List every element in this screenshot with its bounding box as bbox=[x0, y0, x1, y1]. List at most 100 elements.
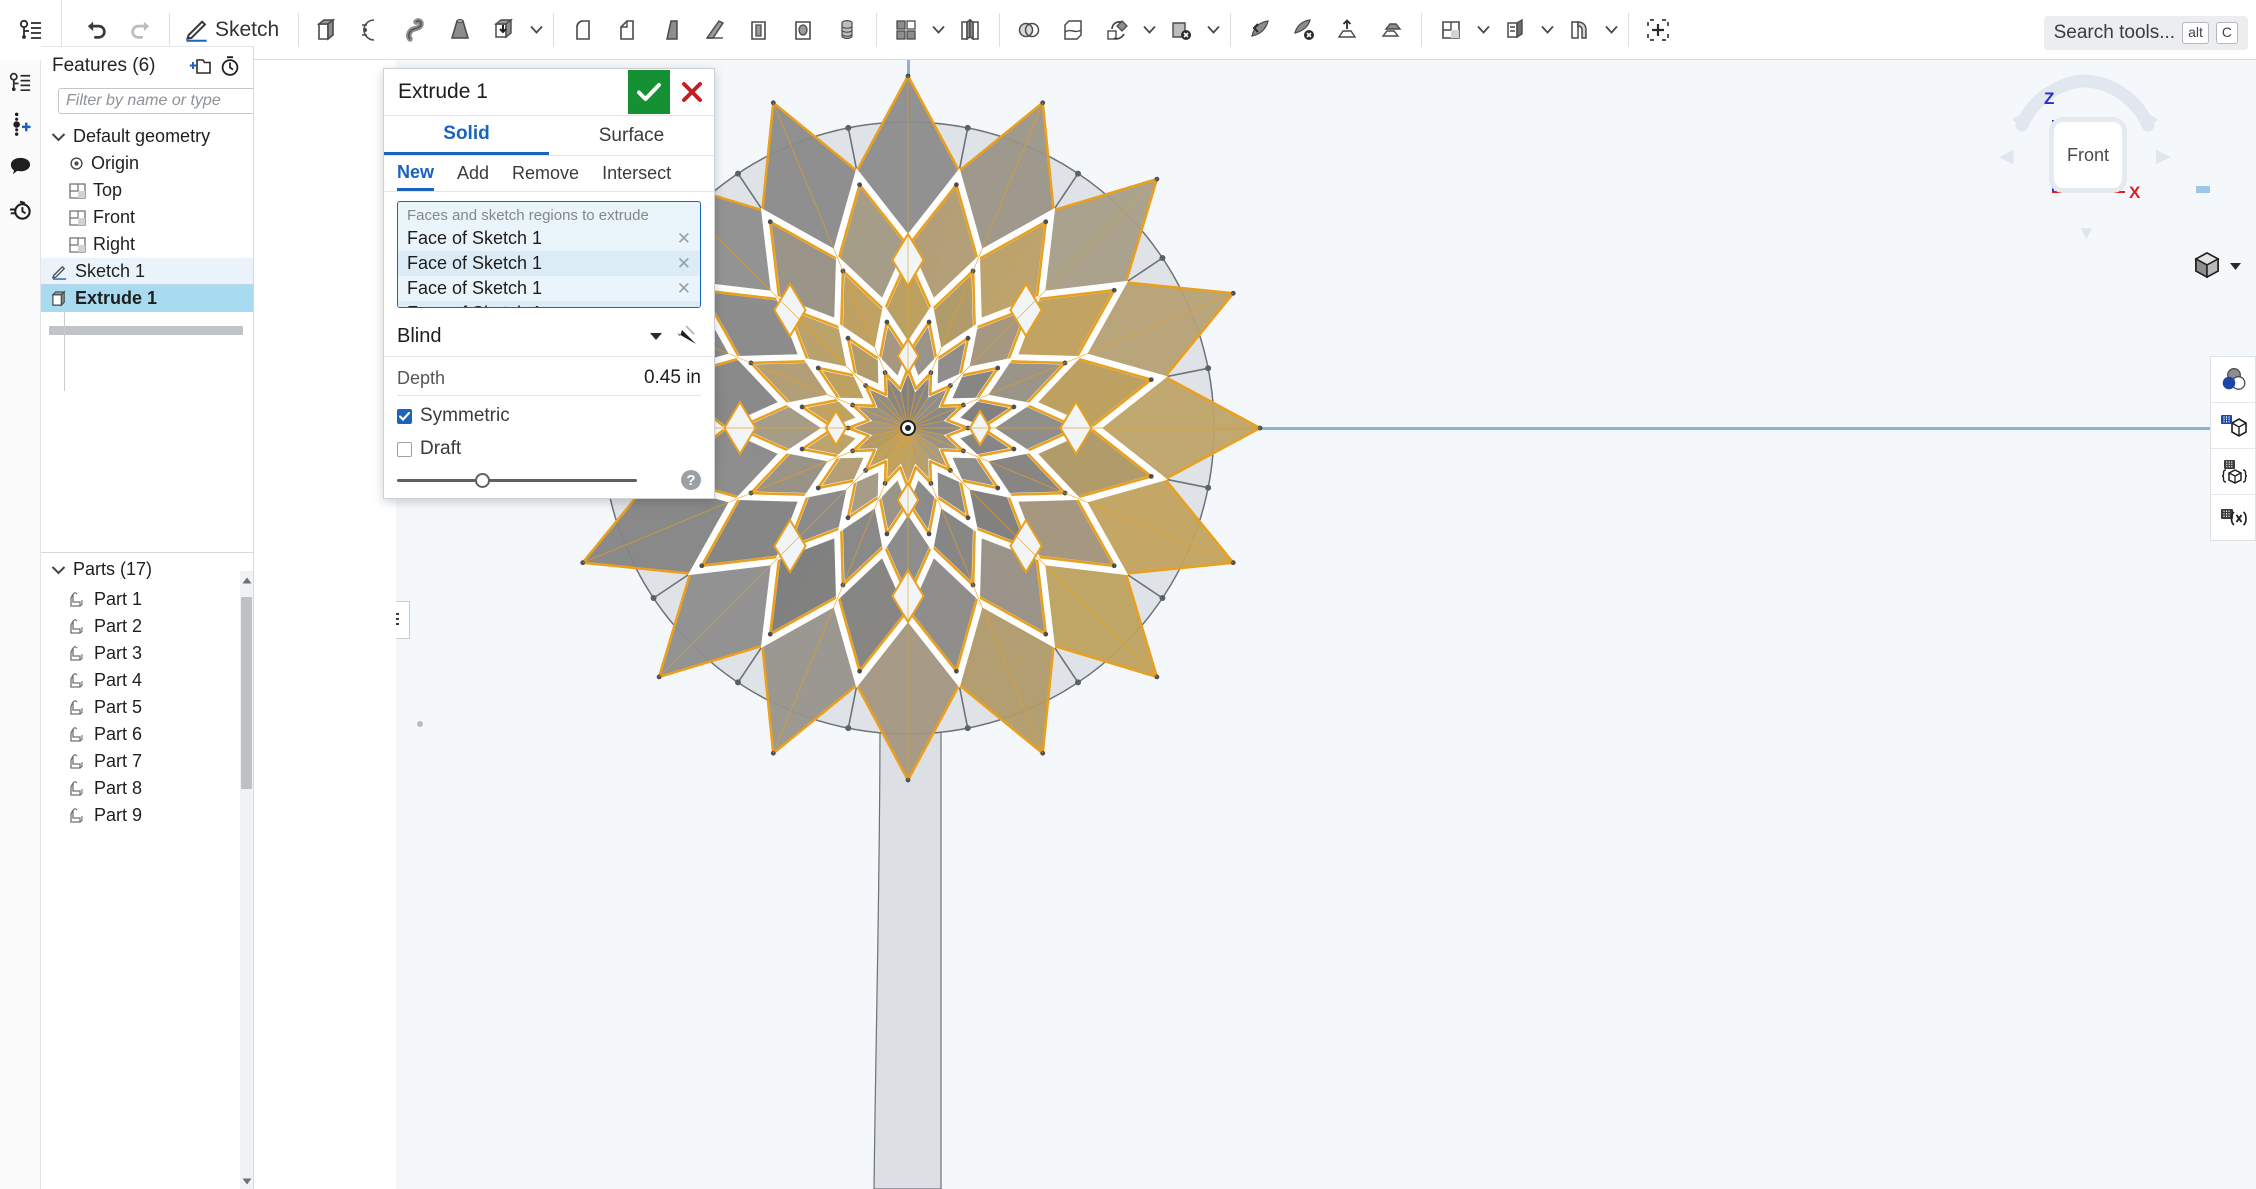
variable-dropdown-caret[interactable] bbox=[1537, 8, 1557, 52]
transform-dropdown-caret[interactable] bbox=[1139, 8, 1159, 52]
chamfer-button[interactable] bbox=[605, 8, 649, 52]
thicken-button[interactable] bbox=[482, 8, 526, 52]
draft-checkbox-row[interactable]: Draft bbox=[397, 436, 701, 462]
list-item[interactable]: Part 3 bbox=[41, 640, 253, 667]
new-folder-button[interactable] bbox=[187, 53, 213, 79]
op-add[interactable]: Add bbox=[457, 156, 489, 191]
tree-item-origin[interactable]: Origin bbox=[41, 150, 253, 177]
revolve-button[interactable] bbox=[350, 8, 394, 52]
op-intersect[interactable]: Intersect bbox=[602, 156, 671, 191]
delete-face-button[interactable] bbox=[1282, 8, 1326, 52]
draft-button[interactable] bbox=[649, 8, 693, 52]
accept-button[interactable] bbox=[628, 70, 670, 114]
list-item[interactable]: Part 9 bbox=[41, 802, 253, 829]
extrude-button[interactable] bbox=[306, 8, 350, 52]
add-custom-feature-button[interactable] bbox=[1636, 8, 1680, 52]
flip-direction-button[interactable] bbox=[671, 324, 701, 348]
undo-button[interactable] bbox=[74, 8, 118, 52]
list-item[interactable]: Face of Sketch 1 ✕ bbox=[398, 301, 700, 308]
sheet-metal-button[interactable] bbox=[1557, 8, 1601, 52]
op-new[interactable]: New bbox=[397, 156, 434, 191]
tree-item-default-geometry[interactable]: Default geometry bbox=[41, 123, 253, 150]
sheet-metal-dropdown-caret[interactable] bbox=[1601, 8, 1621, 52]
replace-face-button[interactable] bbox=[1326, 8, 1370, 52]
scroll-down-arrow[interactable] bbox=[240, 1172, 253, 1189]
pattern-dropdown-caret[interactable] bbox=[928, 8, 948, 52]
fillet-button[interactable] bbox=[561, 8, 605, 52]
opacity-slider[interactable] bbox=[397, 472, 671, 488]
sketch-button[interactable]: Sketch bbox=[177, 8, 291, 52]
list-item[interactable]: Part 5 bbox=[41, 694, 253, 721]
list-item[interactable]: Part 4 bbox=[41, 667, 253, 694]
view-mode-button[interactable] bbox=[2190, 248, 2224, 282]
rib-button[interactable] bbox=[693, 8, 737, 52]
extrude-selection-list[interactable]: Faces and sketch regions to extrude Face… bbox=[397, 201, 701, 308]
list-item[interactable]: Part 1 bbox=[41, 586, 253, 613]
transform-button[interactable] bbox=[1095, 8, 1139, 52]
op-remove[interactable]: Remove bbox=[512, 156, 579, 191]
rail-history-button[interactable] bbox=[0, 188, 41, 230]
tree-item-front[interactable]: Front bbox=[41, 204, 253, 231]
list-item[interactable]: Face of Sketch 1 ✕ bbox=[398, 276, 700, 301]
display-list-button[interactable] bbox=[396, 601, 410, 639]
parts-scroll-thumb[interactable] bbox=[241, 597, 252, 789]
offset-face-button[interactable] bbox=[1370, 8, 1414, 52]
tree-item-top[interactable]: Top bbox=[41, 177, 253, 204]
tree-item-extrude-1[interactable]: Extrude 1 bbox=[41, 285, 253, 312]
draft-checkbox[interactable] bbox=[397, 442, 412, 457]
redo-button[interactable] bbox=[118, 8, 162, 52]
rail-comments-button[interactable] bbox=[0, 144, 41, 188]
tree-item-right[interactable]: Right bbox=[41, 231, 253, 258]
hole-button[interactable] bbox=[781, 8, 825, 52]
view-rotate-right-arrow[interactable]: ▶ bbox=[2156, 145, 2171, 168]
delete-part-dropdown-caret[interactable] bbox=[1203, 8, 1223, 52]
thicken-dropdown-caret[interactable] bbox=[526, 8, 546, 52]
measure-button[interactable] bbox=[2211, 403, 2255, 449]
help-button[interactable]: ? bbox=[681, 470, 701, 490]
list-item[interactable]: Part 7 bbox=[41, 748, 253, 775]
view-cube[interactable]: ▲ ▼ ◀ ▶ Z X Front bbox=[1990, 61, 2180, 251]
plane-dropdown-caret[interactable] bbox=[1473, 8, 1493, 52]
delete-part-button[interactable] bbox=[1159, 8, 1203, 52]
loft-button[interactable] bbox=[438, 8, 482, 52]
shell-button[interactable] bbox=[737, 8, 781, 52]
rail-feature-list-button[interactable] bbox=[0, 60, 41, 104]
scroll-up-arrow[interactable] bbox=[240, 571, 253, 589]
remove-selection-icon[interactable]: ✕ bbox=[677, 229, 691, 249]
parts-scrollbar[interactable] bbox=[240, 571, 253, 1189]
appearance-button[interactable] bbox=[2211, 357, 2255, 403]
remove-selection-icon[interactable]: ✕ bbox=[677, 279, 691, 299]
parts-panel-header[interactable]: Parts (17) bbox=[41, 553, 253, 586]
rollback-bar[interactable] bbox=[49, 326, 243, 335]
slider-knob[interactable] bbox=[475, 473, 490, 488]
list-item[interactable]: Face of Sketch 1 ✕ bbox=[398, 226, 700, 251]
symmetric-checkbox[interactable] bbox=[397, 409, 412, 424]
rail-mate-connector-button[interactable] bbox=[0, 104, 41, 144]
tree-item-sketch-1[interactable]: Sketch 1 bbox=[41, 258, 253, 285]
mass-properties-button[interactable] bbox=[2211, 449, 2255, 495]
cancel-button[interactable] bbox=[670, 70, 714, 114]
remove-selection-icon[interactable]: ✕ bbox=[677, 254, 691, 274]
features-filter-input[interactable] bbox=[58, 88, 254, 114]
variable-button[interactable] bbox=[1493, 8, 1537, 52]
symmetric-checkbox-row[interactable]: Symmetric bbox=[397, 403, 701, 429]
view-mode-dropdown-caret[interactable] bbox=[2229, 258, 2242, 276]
thread-button[interactable] bbox=[825, 8, 869, 52]
sweep-button[interactable] bbox=[394, 8, 438, 52]
variable-table-button[interactable] bbox=[2211, 495, 2255, 540]
boolean-button[interactable] bbox=[1007, 8, 1051, 52]
list-item[interactable]: Part 6 bbox=[41, 721, 253, 748]
view-cube-front-face[interactable]: Front bbox=[2054, 122, 2122, 188]
depth-field-row[interactable]: Depth 0.45 in bbox=[397, 361, 701, 396]
rollback-button[interactable] bbox=[217, 53, 243, 79]
view-rotate-down-arrow[interactable]: ▼ bbox=[2077, 223, 2096, 245]
view-rotate-left-arrow[interactable]: ◀ bbox=[1999, 145, 2014, 168]
list-item[interactable]: Face of Sketch 1 ✕ bbox=[398, 251, 700, 276]
pattern-button[interactable] bbox=[884, 8, 928, 52]
list-item[interactable]: Part 2 bbox=[41, 613, 253, 640]
remove-selection-icon[interactable]: ✕ bbox=[677, 304, 691, 309]
end-condition-select[interactable]: Blind bbox=[397, 325, 663, 348]
move-face-button[interactable] bbox=[1238, 8, 1282, 52]
mirror-button[interactable] bbox=[948, 8, 992, 52]
tab-solid[interactable]: Solid bbox=[384, 116, 549, 155]
